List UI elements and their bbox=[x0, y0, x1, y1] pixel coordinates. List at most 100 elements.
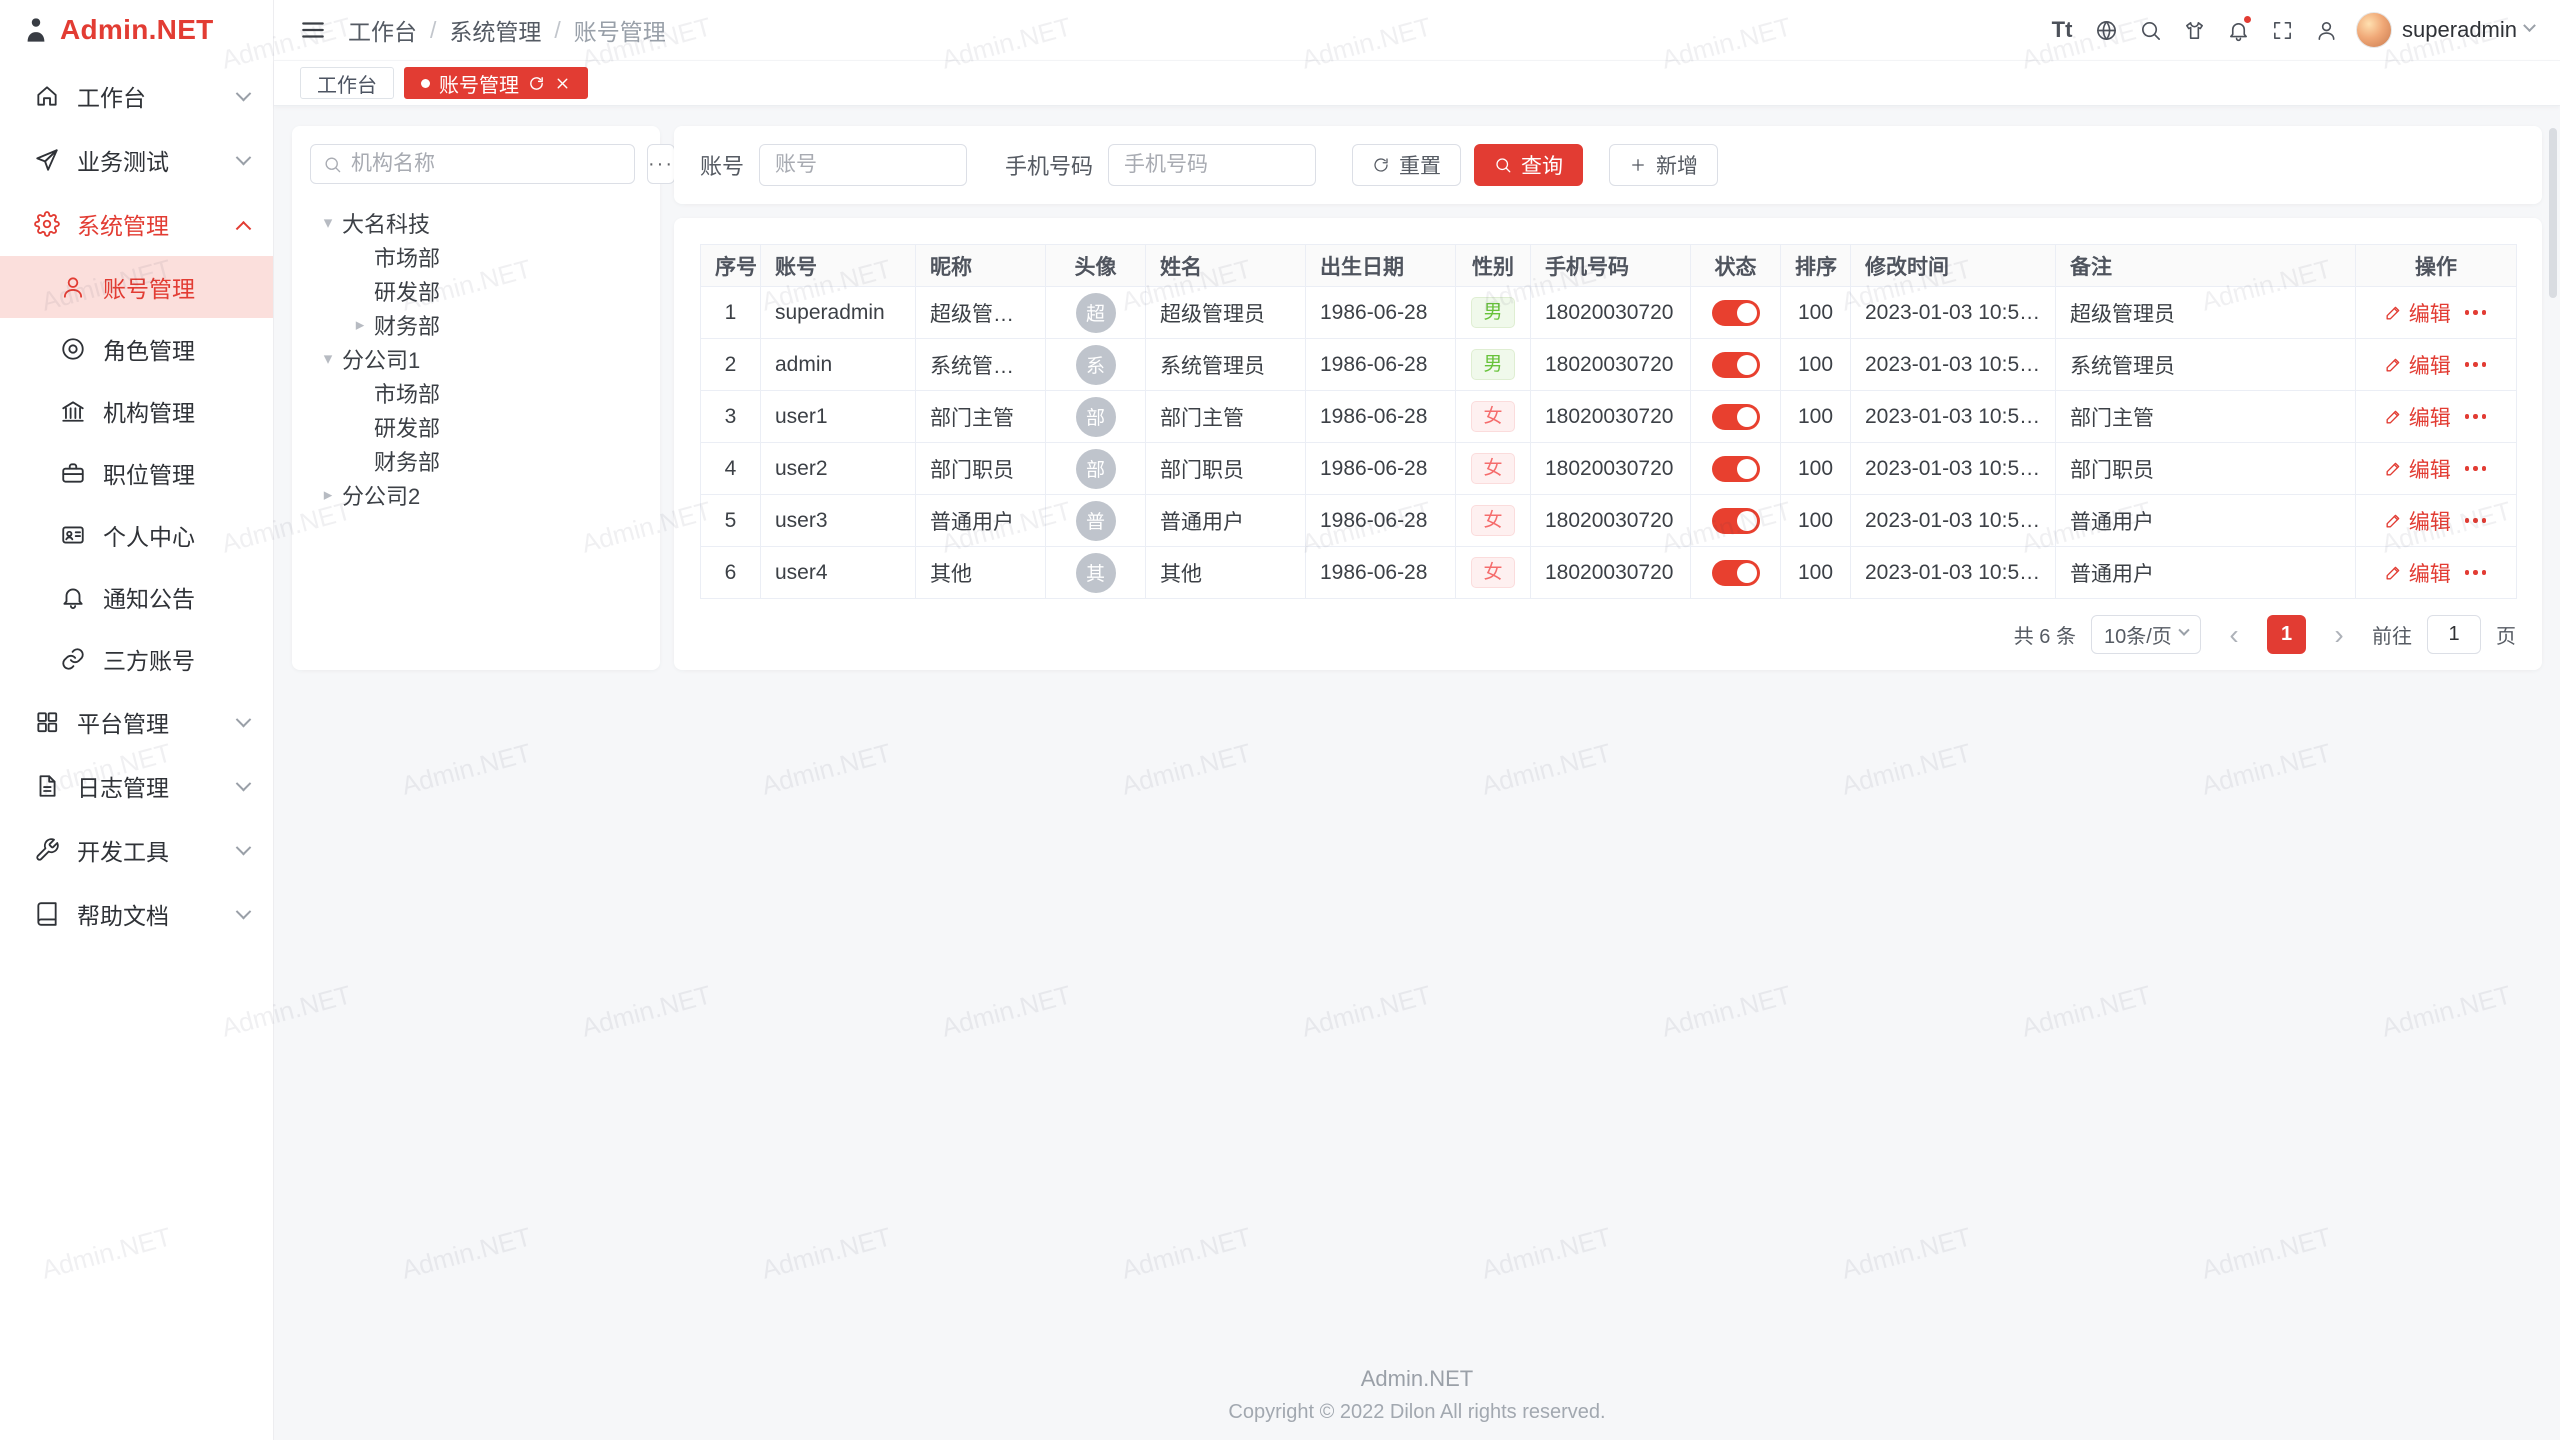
cell-actions: 编辑 bbox=[2356, 287, 2517, 339]
tree-node[interactable]: ▸财务部 bbox=[310, 308, 642, 342]
page-size-value: 10条/页 bbox=[2104, 620, 2172, 649]
breadcrumb-item-current: 账号管理 bbox=[574, 13, 666, 47]
language-button[interactable] bbox=[2084, 8, 2128, 52]
profile-button[interactable] bbox=[2304, 8, 2348, 52]
table-row: 4 user2 部门职员 部 部门职员 1986-06-28 女 1802003… bbox=[701, 443, 2517, 495]
edit-button[interactable]: 编辑 bbox=[2384, 298, 2451, 328]
reset-button[interactable]: 重置 bbox=[1352, 144, 1461, 186]
tree-node-label: 市场部 bbox=[374, 241, 440, 273]
logo[interactable]: Admin.NET bbox=[0, 0, 273, 60]
fullscreen-button[interactable] bbox=[2260, 8, 2304, 52]
document-icon bbox=[34, 773, 60, 799]
tree-node[interactable]: 市场部 bbox=[310, 240, 642, 274]
tree-node-label: 分公司1 bbox=[342, 343, 420, 375]
goto-page-input[interactable] bbox=[2427, 615, 2481, 654]
col-header: 备注 bbox=[2056, 245, 2356, 287]
tree-node[interactable]: ▾大名科技 bbox=[310, 206, 642, 240]
sidebar-item-help-docs[interactable]: 帮助文档 bbox=[0, 882, 273, 946]
status-toggle[interactable] bbox=[1712, 560, 1760, 586]
sidebar-item-org-mgmt[interactable]: 机构管理 bbox=[0, 380, 273, 442]
cell-birth-date: 1986-06-28 bbox=[1306, 339, 1456, 391]
sidebar-item-workbench[interactable]: 工作台 bbox=[0, 64, 273, 128]
tree-node[interactable]: 财务部 bbox=[310, 444, 642, 478]
status-toggle[interactable] bbox=[1712, 300, 1760, 326]
notification-button[interactable] bbox=[2216, 8, 2260, 52]
tree-node[interactable]: ▸分公司2 bbox=[310, 478, 642, 512]
cell-actions: 编辑 bbox=[2356, 391, 2517, 443]
tab-workbench[interactable]: 工作台 bbox=[300, 67, 394, 99]
caret-down-icon[interactable]: ▾ bbox=[314, 349, 342, 369]
menu-collapse-button[interactable] bbox=[300, 17, 326, 43]
tree-node[interactable]: 研发部 bbox=[310, 410, 642, 444]
sidebar-item-account-mgmt[interactable]: 账号管理 bbox=[0, 256, 273, 318]
chevron-up-icon bbox=[236, 220, 252, 236]
sidebar-item-log-mgmt[interactable]: 日志管理 bbox=[0, 754, 273, 818]
row-more-button[interactable] bbox=[2463, 566, 2489, 579]
theme-button[interactable] bbox=[2172, 8, 2216, 52]
gender-badge: 男 bbox=[1471, 297, 1514, 329]
user-menu[interactable]: superadmin bbox=[2356, 12, 2534, 48]
sidebar-item-role-mgmt[interactable]: 角色管理 bbox=[0, 318, 273, 380]
cell-account: superadmin bbox=[761, 287, 916, 339]
sidebar-item-notice[interactable]: 通知公告 bbox=[0, 566, 273, 628]
search-button[interactable] bbox=[2128, 8, 2172, 52]
query-button[interactable]: 查询 bbox=[1474, 144, 1583, 186]
breadcrumb-item[interactable]: 系统管理 bbox=[449, 13, 541, 47]
add-button[interactable]: 新增 bbox=[1609, 144, 1718, 186]
cell-gender: 女 bbox=[1456, 547, 1531, 599]
sidebar-item-label: 帮助文档 bbox=[77, 897, 221, 931]
row-more-button[interactable] bbox=[2463, 410, 2489, 423]
edit-button[interactable]: 编辑 bbox=[2384, 506, 2451, 536]
status-toggle[interactable] bbox=[1712, 352, 1760, 378]
sidebar-item-profile-center[interactable]: 个人中心 bbox=[0, 504, 273, 566]
refresh-icon[interactable] bbox=[528, 75, 545, 92]
sidebar-item-dev-tools[interactable]: 开发工具 bbox=[0, 818, 273, 882]
tree-node[interactable]: 市场部 bbox=[310, 376, 642, 410]
caret-right-icon[interactable]: ▸ bbox=[346, 315, 374, 335]
status-toggle[interactable] bbox=[1712, 508, 1760, 534]
sidebar-item-business-test[interactable]: 业务测试 bbox=[0, 128, 273, 192]
edit-button[interactable]: 编辑 bbox=[2384, 454, 2451, 484]
page-number-1[interactable]: 1 bbox=[2267, 615, 2306, 654]
sidebar-item-third-account[interactable]: 三方账号 bbox=[0, 628, 273, 690]
sidebar-item-position-mgmt[interactable]: 职位管理 bbox=[0, 442, 273, 504]
close-icon[interactable] bbox=[554, 75, 571, 92]
next-page-button[interactable]: › bbox=[2321, 615, 2357, 654]
status-toggle[interactable] bbox=[1712, 456, 1760, 482]
org-more-button[interactable]: ··· bbox=[647, 144, 675, 184]
breadcrumb-item[interactable]: 工作台 bbox=[348, 13, 417, 47]
sidebar-item-platform-mgmt[interactable]: 平台管理 bbox=[0, 690, 273, 754]
status-toggle[interactable] bbox=[1712, 404, 1760, 430]
caret-down-icon[interactable]: ▾ bbox=[314, 213, 342, 233]
account-label: 账号 bbox=[700, 149, 744, 181]
prev-page-button[interactable]: ‹ bbox=[2216, 615, 2252, 654]
tags-bar: 工作台 账号管理 bbox=[274, 60, 2560, 106]
account-input[interactable] bbox=[759, 144, 967, 186]
scrollbar-thumb[interactable] bbox=[2549, 128, 2557, 298]
font-size-button[interactable]: Tt bbox=[2040, 8, 2084, 52]
org-search-input[interactable] bbox=[351, 152, 622, 176]
breadcrumb-separator: / bbox=[430, 17, 436, 44]
cell-avatar: 部 bbox=[1046, 443, 1146, 495]
active-dot-icon bbox=[421, 79, 430, 88]
row-more-button[interactable] bbox=[2463, 358, 2489, 371]
edit-button[interactable]: 编辑 bbox=[2384, 350, 2451, 380]
phone-input[interactable] bbox=[1108, 144, 1316, 186]
row-more-button[interactable] bbox=[2463, 514, 2489, 527]
sidebar-item-system-mgmt[interactable]: 系统管理 bbox=[0, 192, 273, 256]
paper-plane-icon bbox=[34, 147, 60, 173]
cell-avatar: 其 bbox=[1046, 547, 1146, 599]
tab-account-mgmt[interactable]: 账号管理 bbox=[404, 67, 588, 99]
page-size-select[interactable]: 10条/页 bbox=[2091, 615, 2201, 654]
caret-right-icon[interactable]: ▸ bbox=[314, 485, 342, 505]
user-table-panel: 序号 账号 昵称 头像 姓名 出生日期 性别 手机号码 状态 排序 修改时间 bbox=[674, 218, 2542, 670]
tree-node[interactable]: 研发部 bbox=[310, 274, 642, 308]
row-more-button[interactable] bbox=[2463, 306, 2489, 319]
search-icon bbox=[2139, 19, 2162, 42]
bell-icon bbox=[60, 584, 86, 610]
edit-button[interactable]: 编辑 bbox=[2384, 558, 2451, 588]
row-more-button[interactable] bbox=[2463, 462, 2489, 475]
edit-button[interactable]: 编辑 bbox=[2384, 402, 2451, 432]
cell-remark: 普通用户 bbox=[2056, 495, 2356, 547]
tree-node[interactable]: ▾分公司1 bbox=[310, 342, 642, 376]
